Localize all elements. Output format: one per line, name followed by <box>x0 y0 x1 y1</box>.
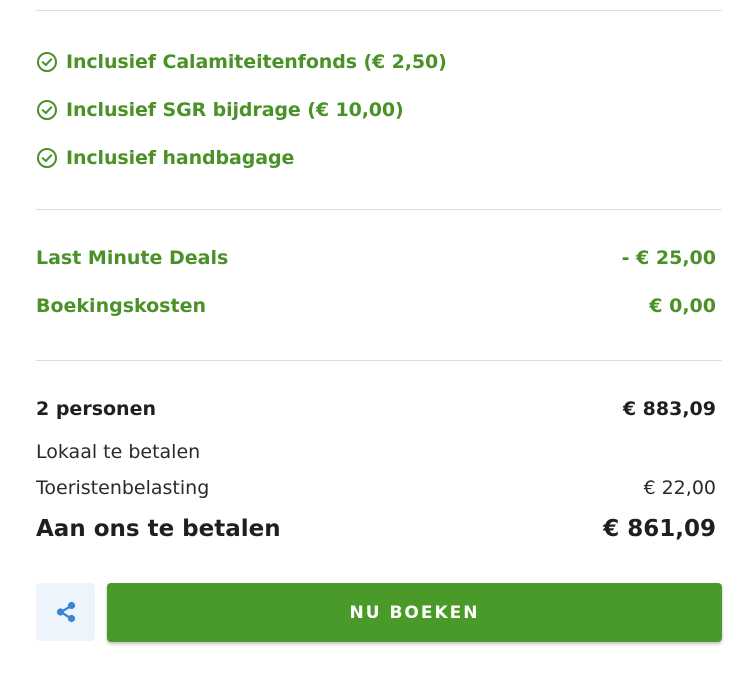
local-pay-label: Lokaal te betalen <box>36 441 201 463</box>
inclusion-label: Inclusief SGR bijdrage (€ 10,00) <box>66 99 404 121</box>
total-value: € 861,09 <box>603 516 716 542</box>
divider-discounts <box>36 360 722 361</box>
check-circle-icon <box>37 52 57 72</box>
book-now-button[interactable]: NU BOEKEN <box>107 583 722 642</box>
inclusion-item-handbagage: Inclusief handbagage <box>36 144 294 172</box>
share-button[interactable] <box>36 583 95 641</box>
last-minute-deals-value: - € 25,00 <box>621 247 716 269</box>
booking-costs-label: Boekingskosten <box>36 295 206 317</box>
divider-inclusions <box>36 209 722 210</box>
inclusion-item-calamiteitenfonds: Inclusief Calamiteitenfonds (€ 2,50) <box>36 48 447 76</box>
check-circle-icon <box>37 148 57 168</box>
book-now-label: NU BOEKEN <box>349 602 480 623</box>
divider-top <box>36 10 722 11</box>
inclusion-label: Inclusief Calamiteitenfonds (€ 2,50) <box>66 51 447 73</box>
tourist-tax-value: € 22,00 <box>643 477 716 499</box>
last-minute-deals-label: Last Minute Deals <box>36 247 229 269</box>
check-circle-icon <box>37 100 57 120</box>
booking-costs-value: € 0,00 <box>649 295 716 317</box>
tourist-tax-label: Toeristenbelasting <box>36 477 210 499</box>
total-row: Aan ons te betalen € 861,09 <box>36 516 716 542</box>
local-pay-row: Lokaal te betalen <box>36 441 716 463</box>
inclusion-item-sgr: Inclusief SGR bijdrage (€ 10,00) <box>36 96 404 124</box>
persons-label: 2 personen <box>36 398 156 420</box>
booking-costs-row: Boekingskosten € 0,00 <box>36 295 716 317</box>
tourist-tax-row: Toeristenbelasting € 22,00 <box>36 477 716 499</box>
total-label: Aan ons te betalen <box>36 516 281 542</box>
share-icon <box>56 601 75 623</box>
inclusion-label: Inclusief handbagage <box>66 147 295 169</box>
persons-row: 2 personen € 883,09 <box>36 398 716 420</box>
price-summary-panel: Inclusief Calamiteitenfonds (€ 2,50) Inc… <box>0 0 756 676</box>
persons-value: € 883,09 <box>622 398 716 420</box>
last-minute-deals-row: Last Minute Deals - € 25,00 <box>36 247 716 269</box>
